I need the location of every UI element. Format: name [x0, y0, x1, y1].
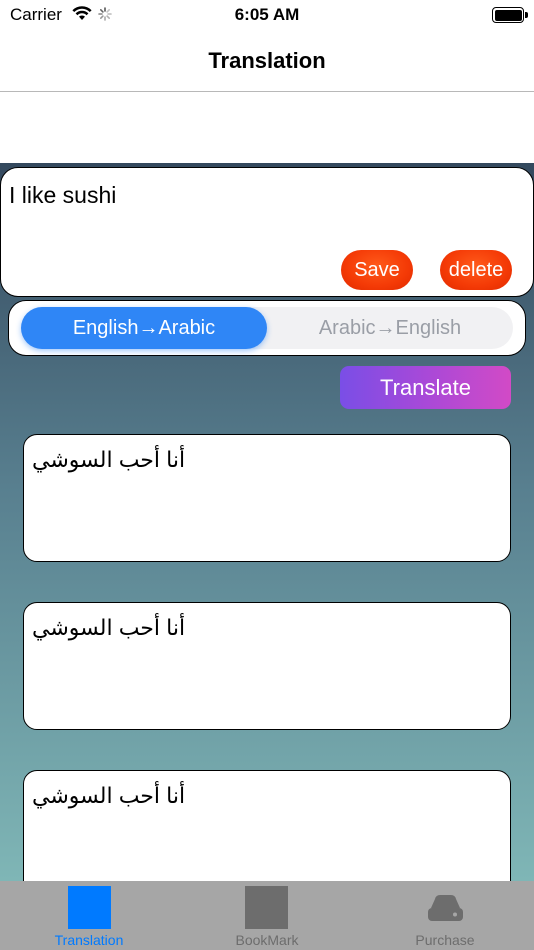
tab-label: Translation — [54, 932, 124, 948]
source-text-input[interactable]: I like sushi Save delete — [0, 167, 534, 297]
square-icon — [245, 886, 288, 929]
save-button[interactable]: Save — [341, 250, 413, 290]
tab-translation[interactable]: Translation — [0, 881, 178, 950]
translate-button[interactable]: Translate — [340, 366, 511, 409]
translation-panel: I like sushi Save delete English→Arabic … — [0, 163, 534, 898]
navigation-bar: Translation — [0, 30, 534, 92]
tab-label: Purchase — [415, 932, 475, 948]
result-text: أنا أحب السوشي — [32, 783, 186, 808]
status-time: 6:05 AM — [234, 5, 300, 24]
segment-arabic-to-english[interactable]: Arabic→English — [267, 307, 513, 349]
result-card[interactable]: أنا أحب السوشي — [23, 602, 511, 730]
tab-bookmark[interactable]: BookMark — [178, 881, 356, 950]
segment-english-to-arabic[interactable]: English→Arabic — [21, 307, 267, 349]
drive-icon — [424, 886, 467, 929]
result-card[interactable]: أنا أحب السوشي — [23, 434, 511, 562]
result-text: أنا أحب السوشي — [32, 615, 186, 640]
result-card[interactable]: أنا أحب السوشي — [23, 770, 511, 898]
result-text: أنا أحب السوشي — [32, 447, 186, 472]
square-icon — [68, 886, 111, 929]
source-text[interactable]: I like sushi — [9, 182, 116, 209]
tab-bar: Translation BookMark Purchase — [0, 881, 534, 950]
blank-header-area — [0, 93, 534, 163]
battery-icon — [492, 7, 528, 23]
delete-button[interactable]: delete — [440, 250, 512, 290]
page-title: Translation — [208, 48, 326, 73]
tab-label: BookMark — [235, 932, 299, 948]
status-bar: Carrier 6:05 AM — [0, 0, 534, 30]
segmented-control: English→Arabic Arabic→English — [21, 307, 513, 349]
tab-purchase[interactable]: Purchase — [356, 881, 534, 950]
direction-selector: English→Arabic Arabic→English — [8, 300, 526, 356]
